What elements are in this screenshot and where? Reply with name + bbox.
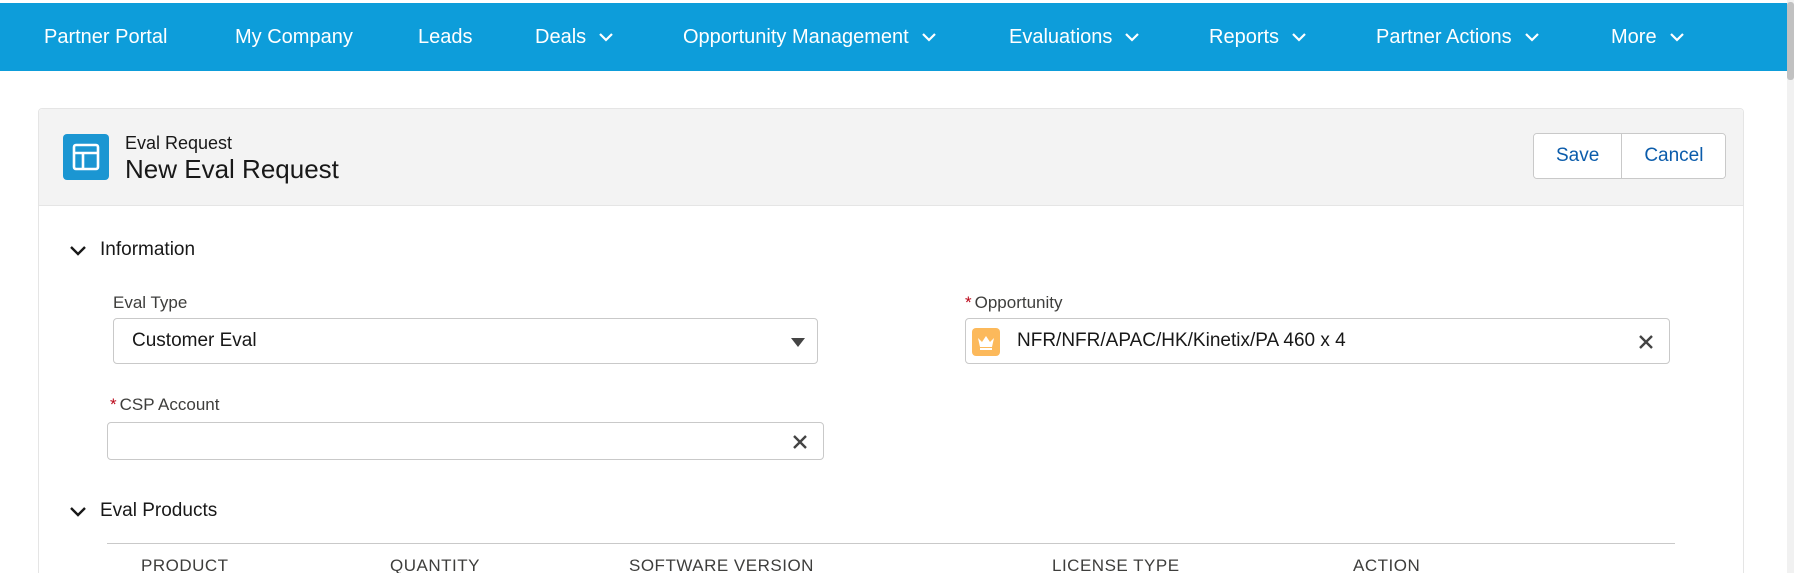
eval-type-select[interactable]: Customer Eval: [113, 318, 818, 364]
chevron-down-icon: [1122, 27, 1142, 47]
nav-opportunity-management[interactable]: Opportunity Management: [683, 3, 939, 71]
chevron-down-icon: [70, 507, 86, 517]
opportunity-lookup[interactable]: NFR/NFR/APAC/HK/Kinetix/PA 460 x 4: [965, 318, 1670, 364]
nav-label: My Company: [235, 25, 353, 48]
object-label: Eval Request: [125, 133, 233, 153]
nav-label: More: [1611, 25, 1657, 48]
column-header-license-type: LICENSE TYPE: [1052, 556, 1180, 573]
nav-label: Deals: [535, 25, 587, 48]
page-scrollbar[interactable]: [1787, 0, 1794, 573]
close-icon[interactable]: [1635, 331, 1657, 353]
csp-account-lookup[interactable]: [107, 422, 824, 460]
opportunity-value: NFR/NFR/APAC/HK/Kinetix/PA 460 x 4: [1017, 330, 1346, 351]
chevron-down-icon: [596, 27, 616, 47]
nav-label: Reports: [1209, 25, 1280, 48]
chevron-down-icon: [1289, 27, 1309, 47]
section-title: Information: [100, 239, 196, 260]
header-button-group: Save Cancel: [1533, 133, 1727, 179]
page-title: New Eval Request: [125, 154, 339, 184]
column-header-software-version: SOFTWARE VERSION: [629, 556, 814, 573]
nav-deals[interactable]: Deals: [535, 3, 616, 71]
nav-label: Partner Actions: [1376, 25, 1512, 48]
opportunity-label: * Opportunity: [965, 293, 1063, 312]
chevron-down-icon: [1522, 27, 1542, 47]
section-title: Eval Products: [100, 500, 218, 521]
csp-account-label: * CSP Account: [110, 395, 220, 414]
column-header-product: PRODUCT: [141, 556, 229, 573]
column-header-quantity: QUANTITY: [390, 556, 480, 573]
save-button[interactable]: Save: [1534, 134, 1622, 178]
nav-label: Opportunity Management: [683, 25, 909, 48]
caret-down-icon: [791, 338, 805, 347]
table-divider: [107, 543, 1675, 544]
nav-evaluations[interactable]: Evaluations: [1009, 3, 1142, 71]
required-marker: *: [110, 395, 117, 414]
record-header: Eval Request New Eval Request Save Cance…: [39, 109, 1743, 206]
section-eval-products-toggle[interactable]: Eval Products: [68, 500, 217, 522]
nav-partner-portal[interactable]: Partner Portal: [44, 3, 167, 71]
required-marker: *: [965, 293, 972, 312]
nav-label: Evaluations: [1009, 25, 1113, 48]
nav-my-company[interactable]: My Company: [235, 3, 353, 71]
nav-label: Partner Portal: [44, 25, 168, 48]
cancel-button[interactable]: Cancel: [1621, 134, 1726, 178]
column-header-action: ACTION: [1353, 556, 1421, 573]
eval-type-label: Eval Type: [113, 293, 188, 312]
top-navigation: Partner Portal My Company Leads Deals Op…: [0, 3, 1787, 71]
eval-type-value: Customer Eval: [132, 330, 257, 351]
nav-reports[interactable]: Reports: [1209, 3, 1309, 71]
nav-more[interactable]: More: [1611, 3, 1687, 71]
nav-label: Leads: [418, 25, 473, 48]
scrollbar-thumb[interactable]: [1787, 2, 1794, 80]
chevron-down-icon: [70, 246, 86, 256]
nav-leads[interactable]: Leads: [418, 3, 473, 71]
record-layout-icon: [63, 134, 109, 180]
chevron-down-icon: [919, 27, 939, 47]
close-icon[interactable]: [789, 431, 811, 453]
opportunity-crown-icon: [972, 328, 1000, 356]
section-information-toggle[interactable]: Information: [68, 239, 195, 261]
nav-partner-actions[interactable]: Partner Actions: [1376, 3, 1542, 71]
chevron-down-icon: [1667, 27, 1687, 47]
